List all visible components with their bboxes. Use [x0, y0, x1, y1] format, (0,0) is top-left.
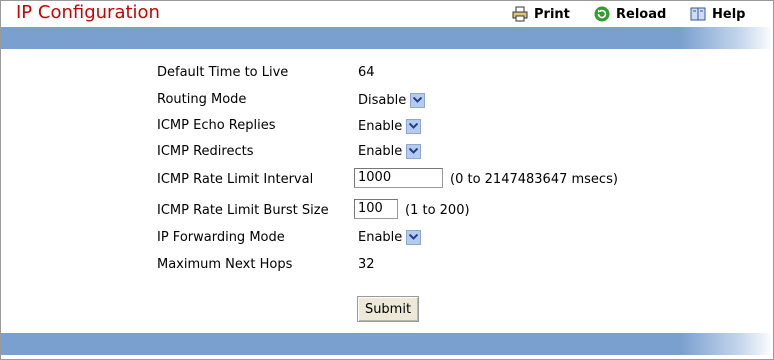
- header-band: [1, 27, 773, 49]
- icmp-rate-interval-label: ICMP Rate Limit Interval: [157, 172, 314, 187]
- print-label: Print: [534, 6, 570, 22]
- chevron-down-icon: [410, 92, 426, 108]
- submit-button[interactable]: Submit: [357, 296, 419, 322]
- ip-forwarding-select[interactable]: Enable: [355, 228, 422, 246]
- icmp-redirects-select[interactable]: Enable: [355, 142, 422, 160]
- routing-mode-label: Routing Mode: [157, 92, 247, 107]
- icmp-rate-burst-label: ICMP Rate Limit Burst Size: [157, 203, 329, 218]
- chevron-down-icon: [406, 143, 422, 159]
- chevron-down-icon: [406, 118, 422, 134]
- reload-label: Reload: [616, 6, 667, 22]
- footer-band: [1, 333, 773, 355]
- reload-button[interactable]: Reload: [594, 4, 666, 24]
- print-button[interactable]: Print: [512, 4, 570, 24]
- default-ttl-value: 64: [358, 65, 375, 80]
- help-book-icon: [690, 6, 706, 22]
- icmp-rate-burst-hint: (1 to 200): [405, 203, 470, 218]
- routing-mode-select[interactable]: Disable: [355, 91, 426, 109]
- icmp-echo-label: ICMP Echo Replies: [157, 118, 276, 133]
- printer-icon: [512, 6, 528, 22]
- toolbar: Print Reload Help: [0, 4, 774, 24]
- icmp-rate-interval-hint: (0 to 2147483647 msecs): [450, 172, 618, 187]
- help-button[interactable]: Help: [690, 4, 745, 24]
- default-ttl-label: Default Time to Live: [157, 65, 289, 80]
- icmp-redirects-value: Enable: [358, 143, 403, 159]
- ip-forwarding-value: Enable: [358, 229, 403, 245]
- help-label: Help: [712, 6, 746, 22]
- reload-icon: [594, 6, 610, 22]
- max-next-hops-label: Maximum Next Hops: [157, 257, 293, 272]
- routing-mode-value: Disable: [358, 92, 407, 108]
- icmp-rate-burst-input[interactable]: 100: [354, 199, 398, 219]
- icmp-rate-interval-input[interactable]: 1000: [354, 168, 443, 188]
- icmp-redirects-label: ICMP Redirects: [157, 144, 254, 159]
- max-next-hops-value: 32: [358, 257, 375, 272]
- icmp-echo-select[interactable]: Enable: [355, 117, 422, 135]
- ip-forwarding-label: IP Forwarding Mode: [157, 230, 285, 245]
- chevron-down-icon: [406, 229, 422, 245]
- icmp-echo-value: Enable: [358, 118, 403, 134]
